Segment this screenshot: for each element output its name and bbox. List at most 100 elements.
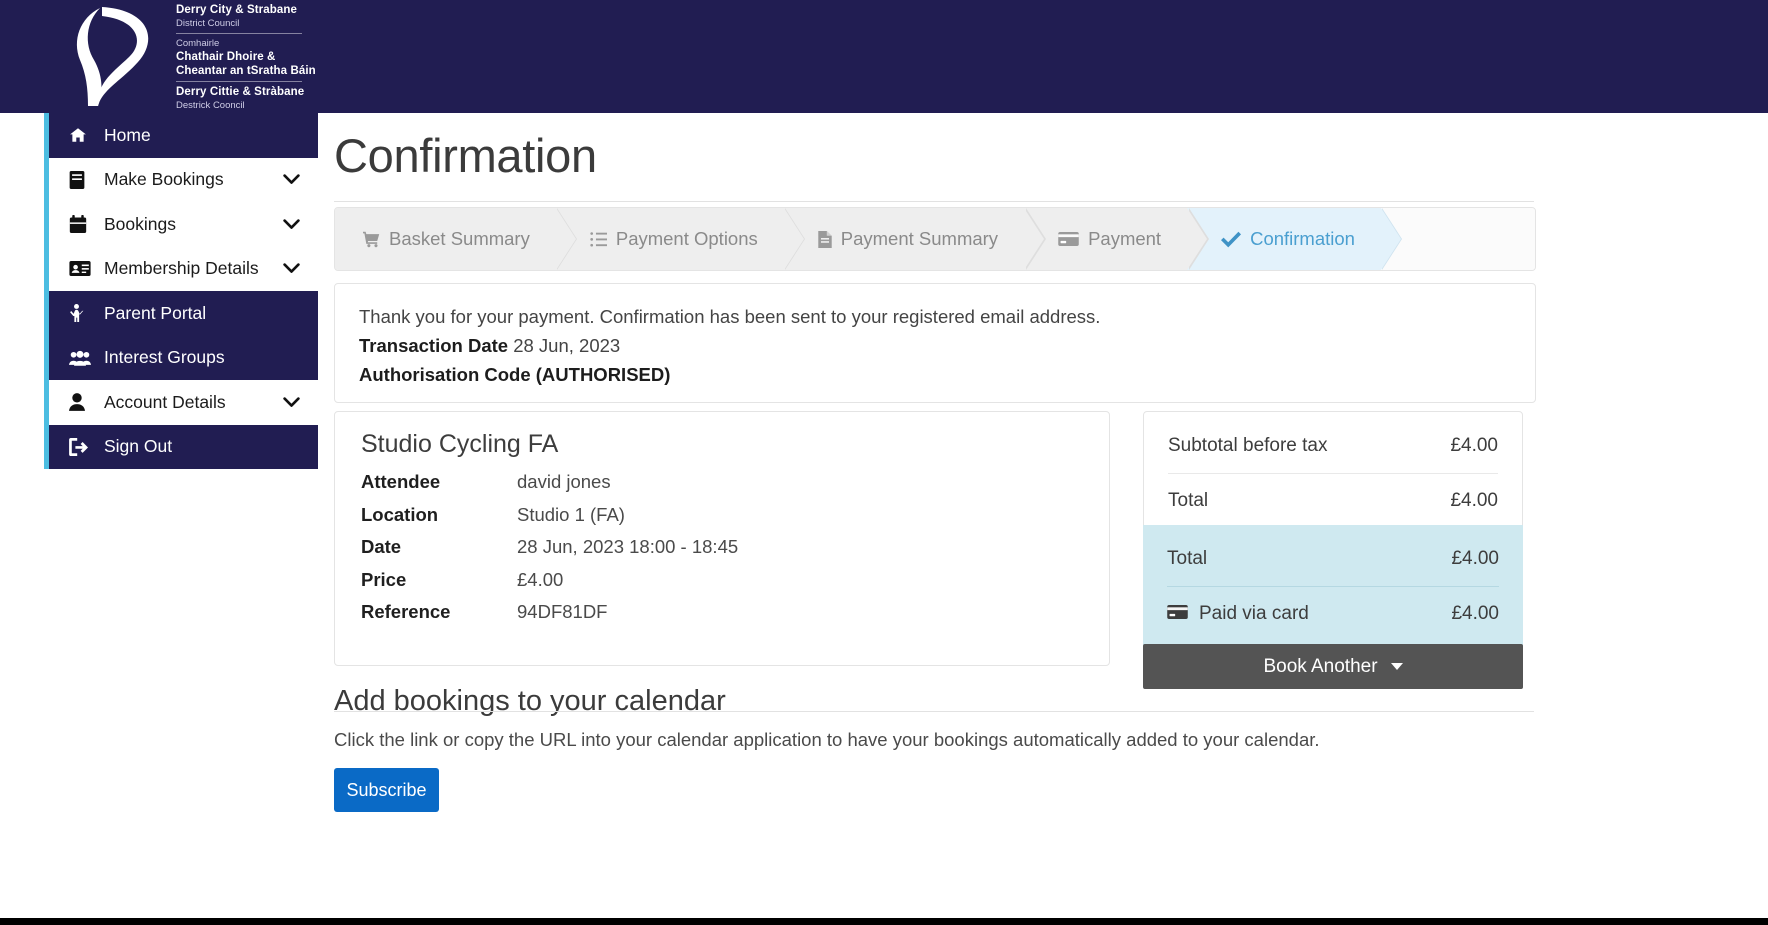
- logo-line2-bold-b: Cheantar an tSratha Báin: [176, 65, 316, 77]
- calendar-section-description: Click the link or copy the URL into your…: [334, 729, 1320, 750]
- left-gutter: [0, 113, 44, 925]
- sidebar-item-account-details[interactable]: Account Details: [49, 380, 318, 425]
- credit-card-icon: [1058, 232, 1079, 246]
- payment-row-amount: £4.00: [1451, 603, 1499, 624]
- title-divider: [334, 201, 1534, 202]
- step-label: Confirmation: [1250, 228, 1355, 249]
- calendar-section-title: Add bookings to your calendar: [334, 685, 726, 717]
- subscribe-button[interactable]: Subscribe: [334, 768, 439, 812]
- totals-panel: Subtotal before tax £4.00 Total £4.00: [1143, 411, 1523, 535]
- step-label: Payment Summary: [840, 228, 999, 249]
- checkout-progress-steps: Basket Summary Payment Options Payment Sum…: [334, 207, 1536, 271]
- logo-divider-2: [176, 81, 302, 82]
- home-icon: [69, 126, 95, 144]
- payment-row: Total £4.00: [1167, 531, 1499, 586]
- totals-row: Subtotal before tax £4.00: [1168, 418, 1498, 473]
- step-basket-summary[interactable]: Basket Summary: [335, 208, 578, 270]
- sidebar-item-label: Bookings: [104, 213, 176, 234]
- chevron-down-icon[interactable]: [283, 263, 300, 274]
- step-label: Payment: [1088, 228, 1162, 249]
- sidebar-item-interest-groups[interactable]: Interest Groups: [49, 335, 318, 380]
- logo-line1-sub: District Council: [176, 18, 240, 29]
- sidebar-item-label: Account Details: [104, 391, 226, 412]
- calendar-section-divider: [334, 711, 1534, 712]
- app-root: Derry City & Strabane District Council C…: [0, 0, 1768, 925]
- logo-text-block: Derry City & Strabane District Council C…: [176, 0, 316, 113]
- page-title: Confirmation: [334, 129, 597, 182]
- sidebar-item-membership-details[interactable]: Membership Details: [49, 246, 318, 291]
- step-payment[interactable]: Payment: [1024, 208, 1209, 270]
- calendar-icon: [69, 215, 95, 234]
- payment-row: Paid via card £4.00: [1167, 586, 1499, 641]
- users-icon: [69, 350, 95, 366]
- logo-line2-bold-a: Chathair Dhoire &: [176, 51, 276, 63]
- booking-detail-value: 28 Jun, 2023 18:00 - 18:45: [517, 536, 739, 557]
- sidebar-item-label: Interest Groups: [104, 347, 225, 368]
- payment-row-left: Total: [1167, 548, 1207, 570]
- booking-detail-row: Reference 94DF81DF: [361, 601, 1083, 634]
- booking-activity-title: Studio Cycling FA: [361, 430, 559, 458]
- booking-detail-row: Attendee david jones: [361, 471, 1083, 504]
- site-header: Derry City & Strabane District Council C…: [0, 0, 1768, 113]
- totals-row-amount: £4.00: [1450, 434, 1498, 456]
- chevron-down-icon: [1390, 663, 1403, 670]
- sidebar-item-home[interactable]: Home: [49, 113, 318, 158]
- booking-detail-key: Price: [361, 568, 407, 590]
- child-icon: [69, 304, 95, 323]
- booking-detail-rows: Attendee david jones Location Studio 1 (FA)…: [361, 471, 1083, 634]
- booking-detail-value: david jones: [517, 471, 611, 492]
- booking-detail-card: Studio Cycling FA Attendee david jones Loc…: [334, 411, 1110, 666]
- booking-detail-value: £4.00: [517, 568, 564, 590]
- sidebar-item-label: Make Bookings: [104, 169, 224, 190]
- transaction-date-line: Transaction Date 28 Jun, 2023: [359, 331, 1511, 360]
- booking-detail-key: Attendee: [361, 471, 441, 492]
- bottom-bar: [0, 918, 1768, 925]
- chevron-down-icon[interactable]: [283, 397, 300, 408]
- sidebar-item-label: Membership Details: [104, 258, 259, 279]
- logo-line3-sub: Destrick Cooncil: [176, 100, 245, 111]
- transaction-date-label: Transaction Date: [359, 335, 509, 356]
- sign-out-icon: [69, 437, 95, 456]
- booking-detail-value: 94DF81DF: [517, 601, 608, 622]
- sidebar-item-parent-portal[interactable]: Parent Portal: [49, 291, 318, 336]
- totals-row-amount: £4.00: [1450, 490, 1498, 511]
- main-sidebar: Home Make Bookings Bookings Membership Deta…: [44, 113, 318, 469]
- payment-row-label: Total: [1167, 547, 1208, 569]
- sidebar-item-sign-out[interactable]: Sign Out: [49, 424, 318, 469]
- step-payment-options[interactable]: Payment Options: [555, 208, 806, 270]
- step-label: Payment Options: [615, 228, 758, 249]
- thank-you-panel: Thank you for your payment. Confirmation…: [334, 283, 1536, 403]
- step-payment-summary[interactable]: Payment Summary: [783, 208, 1046, 270]
- authorisation-code-text: Authorisation Code (AUTHORISED): [359, 364, 671, 385]
- id-card-icon: [69, 261, 95, 277]
- check-icon: [1221, 231, 1242, 248]
- sidebar-item-label: Parent Portal: [104, 302, 207, 323]
- sidebar-item-make-bookings[interactable]: Make Bookings: [49, 157, 318, 202]
- payment-row-label: Paid via card: [1199, 603, 1309, 624]
- chevron-down-icon[interactable]: [283, 174, 300, 185]
- payment-row-amount: £4.00: [1451, 547, 1499, 569]
- book-another-button[interactable]: Book Another: [1143, 644, 1523, 689]
- booking-detail-row: Date 28 Jun, 2023 18:00 - 18:45: [361, 536, 1083, 569]
- step-confirmation[interactable]: Confirmation: [1187, 208, 1403, 270]
- step-tail: [1380, 208, 1535, 270]
- logo-line3-bold: Derry Cittie & Stràbane: [176, 86, 305, 98]
- payment-row-left: Paid via card: [1167, 603, 1309, 625]
- book-another-label: Book Another: [1263, 655, 1378, 677]
- main-content: Confirmation Basket Summary Payment Optio…: [318, 113, 1768, 925]
- book-icon: [69, 170, 95, 189]
- thank-you-message: Thank you for your payment. Confirmation…: [359, 306, 1101, 327]
- booking-detail-key: Reference: [361, 601, 451, 622]
- booking-detail-value: Studio 1 (FA): [517, 503, 625, 525]
- booking-detail-key: Location: [361, 503, 439, 525]
- shopping-cart-icon: [363, 231, 380, 248]
- user-icon: [69, 393, 95, 412]
- sidebar-item-label: Sign Out: [104, 436, 173, 457]
- chevron-down-icon[interactable]: [283, 219, 300, 230]
- authorisation-code-line: Authorisation Code (AUTHORISED): [359, 360, 1511, 389]
- credit-card-icon: [1167, 603, 1188, 625]
- file-icon: [818, 230, 832, 248]
- payment-summary-panel: Total £4.00 Paid via card £4.00: [1143, 525, 1523, 647]
- sidebar-item-bookings[interactable]: Bookings: [49, 202, 318, 247]
- site-logo[interactable]: Derry City & Strabane District Council C…: [72, 0, 316, 113]
